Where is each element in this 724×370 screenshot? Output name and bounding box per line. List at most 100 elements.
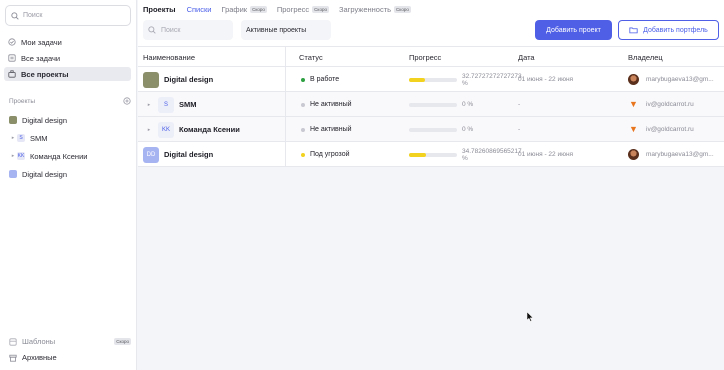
sidebar-project-smm[interactable]: ▸ S SMM (4, 131, 131, 145)
row-status[interactable]: Не активный (301, 92, 352, 117)
project-label: Digital design (22, 169, 68, 179)
row-name[interactable]: Digital design (164, 75, 213, 84)
nav-label: Все проекты (21, 69, 69, 79)
table-row[interactable]: ▸ KK Команда Ксении Не активный 0 % - ▼ … (138, 117, 724, 142)
archive-icon (9, 354, 17, 362)
status-label: Под угрозой (310, 151, 350, 158)
folder-icon (629, 27, 638, 34)
nav-my-tasks[interactable]: Мои задачи (4, 35, 131, 49)
row-owner[interactable]: ▼ iv@goldcarrot.ru (628, 117, 694, 142)
sidebar-templates[interactable]: Шаблоны Скоро (9, 337, 131, 346)
row-date[interactable]: 01 июня - 22 июня (518, 142, 573, 167)
chevron-right-icon[interactable]: ▸ (9, 135, 17, 141)
tab-workload[interactable]: Загруженность Скоро (339, 5, 411, 14)
tab-label: Прогресс (276, 5, 310, 14)
owner-email: iv@goldcarrot.ru (646, 126, 694, 133)
nav-label: Все задачи (21, 53, 61, 63)
project-avatar: KK (158, 121, 174, 138)
sidebar-project-digital-design-2[interactable]: Digital design (4, 167, 131, 181)
progress-text: 0 % (462, 101, 474, 108)
row-date[interactable]: - (518, 117, 520, 142)
column-divider (285, 92, 286, 116)
column-divider (285, 117, 286, 141)
project-avatar: KK (17, 152, 25, 160)
status-dot (301, 77, 305, 82)
chevron-right-icon[interactable]: ▸ (9, 153, 17, 159)
row-date[interactable]: - (518, 92, 520, 117)
topbar: Проекты Списки График Скоро Прогресс Скоро… (138, 0, 724, 46)
table-row[interactable]: DD Digital design Под угрозой 34.7826086… (138, 142, 724, 167)
column-header-name[interactable]: Наименование (143, 53, 195, 62)
tab-label: Загруженность (338, 5, 392, 14)
progress-text: 34.78260869565217 % (462, 147, 522, 162)
progress-text: 32.72727272727273 % (462, 72, 522, 87)
column-header-status[interactable]: Статус (299, 53, 323, 62)
row-owner[interactable]: ▼ iv@goldcarrot.ru (628, 92, 694, 117)
row-name-cell: Digital design (143, 67, 213, 92)
sidebar-search-placeholder: Поиск (23, 12, 43, 19)
column-divider (285, 47, 286, 66)
sidebar-search-input[interactable]: Поиск (5, 5, 131, 26)
nav-all-projects[interactable]: Все проекты (4, 67, 131, 81)
chevron-right-icon[interactable]: ▸ (145, 127, 153, 133)
mouse-cursor-icon (527, 312, 534, 322)
nav-label: Мои задачи (21, 37, 62, 47)
check-circle-icon (8, 38, 16, 46)
tab-lists[interactable]: Списки (187, 5, 212, 14)
project-filter-select[interactable]: Активные проекты (241, 20, 331, 40)
template-icon (9, 337, 17, 346)
chevron-right-icon[interactable]: ▸ (145, 102, 153, 108)
coming-soon-badge: Скоро (312, 6, 329, 13)
row-date[interactable]: 01 июня - 22 июня (518, 67, 573, 92)
search-placeholder: Поиск (161, 26, 181, 34)
list-icon (8, 54, 16, 62)
row-owner[interactable]: marybugaeva13@gm... (628, 142, 714, 167)
progress-fill (409, 152, 426, 157)
templates-label: Шаблоны (22, 337, 56, 346)
search-icon (148, 26, 156, 34)
project-avatar (9, 116, 17, 124)
project-search-input[interactable]: Поиск (143, 20, 233, 40)
projects-section-header: Проекты (9, 97, 131, 105)
row-name[interactable]: Команда Ксении (179, 125, 240, 134)
status-dot (301, 152, 305, 157)
page-title: Проекты (143, 5, 176, 14)
app-root: Поиск Мои задачи Все задачи Все проекты … (0, 0, 724, 370)
add-project-button[interactable]: Добавить проект (535, 20, 612, 40)
filter-value: Активные проекты (246, 26, 307, 34)
coming-soon-badge: Скоро (394, 6, 411, 13)
column-divider (285, 67, 286, 91)
tab-progress[interactable]: Прогресс Скоро (277, 5, 329, 14)
search-icon (11, 11, 19, 20)
sidebar-project-kseniya-team[interactable]: ▸ KK Команда Ксении (4, 149, 131, 163)
table-row[interactable]: ▸ S SMM Не активный 0 % - ▼ iv@goldcarro… (138, 92, 724, 117)
table-row[interactable]: Digital design В работе 32.7272727272727… (138, 67, 724, 92)
add-circle-icon[interactable] (123, 97, 131, 105)
progress-bar (409, 152, 457, 157)
row-name[interactable]: SMM (179, 100, 197, 109)
column-header-date[interactable]: Дата (518, 53, 535, 62)
column-header-progress[interactable]: Прогресс (409, 53, 441, 62)
row-status[interactable]: В работе (301, 67, 339, 92)
row-name[interactable]: Digital design (164, 150, 213, 159)
project-avatar: DD (143, 146, 159, 163)
status-label: В работе (310, 76, 340, 83)
sidebar-archive[interactable]: Архивные (9, 353, 131, 362)
table-header: Наименование Статус Прогресс Дата Владел… (138, 46, 724, 67)
carrot-icon: ▼ (629, 124, 638, 134)
tab-schedule[interactable]: График Скоро (221, 5, 267, 14)
nav-all-tasks[interactable]: Все задачи (4, 51, 131, 65)
sidebar-project-digital-design[interactable]: Digital design (4, 113, 131, 127)
row-owner[interactable]: marybugaeva13@gm... (628, 67, 714, 92)
row-status[interactable]: Не активный (301, 117, 352, 142)
status-dot (301, 127, 305, 132)
view-tabs: Проекты Списки График Скоро Прогресс Скоро… (143, 5, 421, 14)
tab-label: График (221, 5, 248, 14)
project-avatar: S (158, 96, 174, 113)
add-portfolio-button[interactable]: Добавить портфель (618, 20, 719, 40)
project-avatar: S (17, 134, 25, 142)
row-status[interactable]: Под угрозой (301, 142, 350, 167)
status-dot (301, 102, 305, 107)
column-header-owner[interactable]: Владелец (628, 53, 663, 62)
row-progress: 32.72727272727273 % (409, 67, 522, 92)
